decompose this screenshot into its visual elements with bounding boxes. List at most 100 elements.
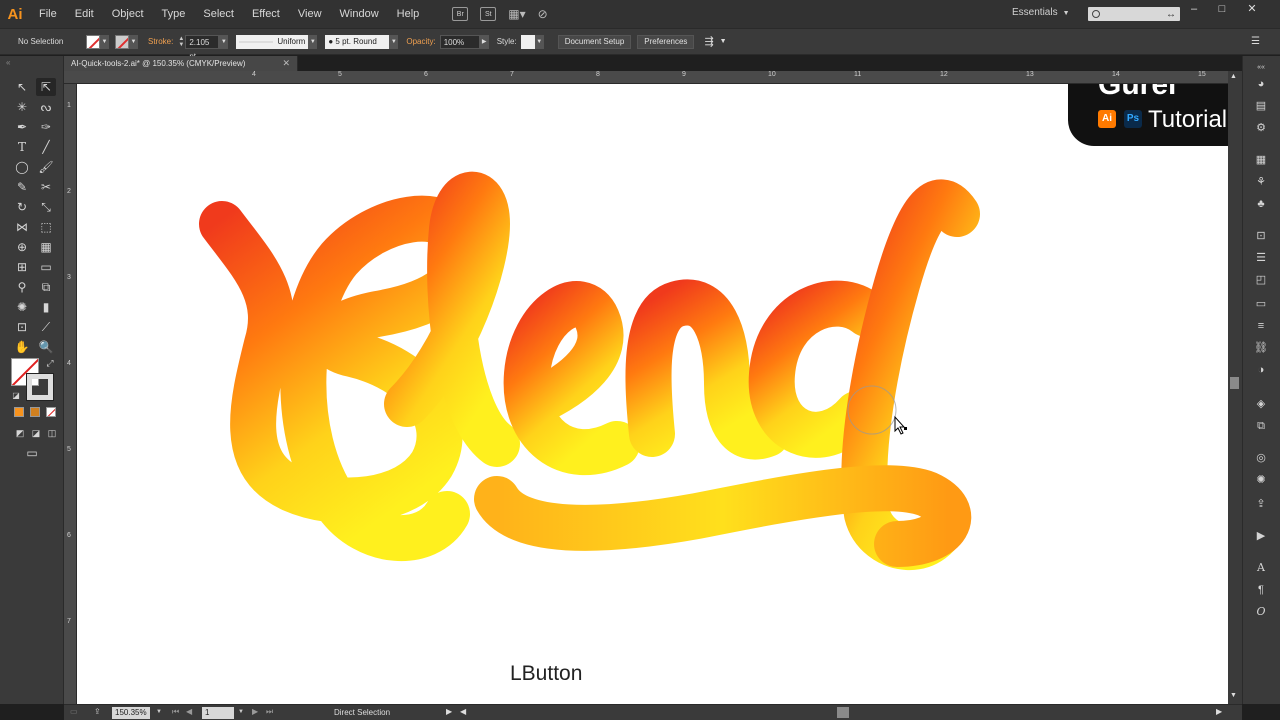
perspective-grid-tool-icon[interactable]: ▦: [36, 238, 56, 256]
share-icon[interactable]: ⇪: [94, 707, 101, 716]
magic-wand-tool-icon[interactable]: ✳: [12, 98, 32, 116]
bridge-button[interactable]: Br: [452, 7, 469, 21]
screen-mode-icon[interactable]: ▭: [22, 444, 42, 462]
asset-export-icon[interactable]: ⇪: [1252, 496, 1270, 512]
gradient-mode-icon[interactable]: [30, 407, 40, 417]
minimize-button[interactable]: –: [1184, 3, 1204, 17]
search-input[interactable]: ↔: [1088, 7, 1180, 21]
mesh-tool-icon[interactable]: ⊞: [12, 258, 32, 276]
document-tab[interactable]: AI-Quick-tools-2.ai* @ 150.35% (CMYK/Pre…: [64, 56, 298, 71]
color-mode-icon[interactable]: [14, 407, 24, 417]
type-tool-icon[interactable]: T: [12, 138, 32, 156]
menu-type[interactable]: Type: [153, 0, 195, 28]
opacity-field[interactable]: 100%: [439, 34, 480, 49]
close-icon[interactable]: ✕: [282, 56, 290, 71]
transform-panel-icon[interactable]: ⊡: [1252, 228, 1270, 244]
color-panel-icon[interactable]: ◕: [1252, 76, 1270, 92]
zoom-dropdown-icon[interactable]: ▼: [156, 709, 162, 715]
scale-tool-icon[interactable]: ⤡: [36, 198, 56, 216]
menu-object[interactable]: Object: [103, 0, 153, 28]
variable-width-profile[interactable]: Uniform: [236, 34, 309, 49]
panel-menu-icon[interactable]: ☰: [1251, 36, 1260, 47]
paintbrush-tool-icon[interactable]: 🖌: [36, 158, 56, 176]
brush-definition[interactable]: ● 5 pt. Round: [325, 34, 390, 49]
lasso-tool-icon[interactable]: ᔓ: [36, 98, 56, 116]
gradient-tool-icon[interactable]: ▭: [36, 258, 56, 276]
preferences-button[interactable]: Preferences: [637, 34, 695, 49]
ellipse-tool-icon[interactable]: ◯: [12, 158, 32, 176]
fill-dropdown[interactable]: ▼: [100, 34, 109, 49]
scroll-down-icon[interactable]: ▼: [1230, 692, 1237, 699]
style-dropdown[interactable]: ▼: [534, 34, 544, 49]
vertical-ruler[interactable]: 1 2 3 4 5 6 7: [64, 84, 77, 704]
symbol-sprayer-tool-icon[interactable]: ✺: [12, 298, 32, 316]
arrange-documents-icon[interactable]: ▦▾: [508, 7, 525, 21]
color-guide-icon[interactable]: ⚙: [1252, 120, 1270, 136]
menu-edit[interactable]: Edit: [66, 0, 103, 28]
scroll-up-icon[interactable]: ▲: [1230, 73, 1237, 80]
blend-tool-icon[interactable]: ⧉: [36, 278, 56, 296]
artboard-number-field[interactable]: 1: [202, 707, 234, 719]
first-artboard-icon[interactable]: ⏮: [172, 707, 179, 717]
curvature-tool-icon[interactable]: ✑: [36, 118, 56, 136]
stroke-spinner[interactable]: ▲ ▼: [177, 35, 185, 49]
none-mode-icon[interactable]: [46, 407, 56, 417]
graphic-styles-icon[interactable]: ✺: [1252, 472, 1270, 488]
graphic-style-swatch[interactable]: [520, 34, 535, 49]
fill-swatch[interactable]: [86, 34, 100, 49]
artboards-panel-icon[interactable]: ⧉: [1252, 418, 1270, 434]
letter-e-stroke[interactable]: [503, 281, 640, 476]
document-setup-button[interactable]: Document Setup: [557, 34, 632, 49]
menu-window[interactable]: Window: [331, 0, 388, 28]
hand-tool-icon[interactable]: ✋: [12, 338, 32, 356]
menu-effect[interactable]: Effect: [243, 0, 289, 28]
artboard-canvas[interactable]: Gurel Ai Ps Tutorial LButton: [77, 84, 1228, 704]
menu-file[interactable]: File: [30, 0, 66, 28]
brushes-panel-icon[interactable]: ⚘: [1252, 174, 1270, 190]
eyedropper-tool-icon[interactable]: ⚲: [12, 278, 32, 296]
gpu-performance-icon[interactable]: ⊘: [538, 7, 548, 21]
scroll-right-icon[interactable]: ▶: [1216, 707, 1222, 716]
pathfinder-panel-icon[interactable]: ◰: [1252, 272, 1270, 288]
slice-tool-icon[interactable]: ⟋: [36, 318, 56, 336]
menu-view[interactable]: View: [289, 0, 331, 28]
swatches-panel-icon[interactable]: ▦: [1252, 152, 1270, 168]
stroke-color-swatch[interactable]: [26, 373, 54, 401]
column-graph-tool-icon[interactable]: ▮: [36, 298, 56, 316]
shape-builder-tool-icon[interactable]: ⊕: [12, 238, 32, 256]
line-segment-tool-icon[interactable]: ╱: [36, 138, 56, 156]
draw-inside-icon[interactable]: ◫: [42, 424, 62, 442]
profile-dropdown[interactable]: ▼: [308, 34, 318, 49]
opacity-label[interactable]: Opacity:: [406, 37, 435, 46]
width-tool-icon[interactable]: ⋈: [12, 218, 32, 236]
links-panel-icon[interactable]: ⛓: [1252, 340, 1270, 356]
stroke-weight-dropdown[interactable]: ▼: [219, 34, 229, 49]
workspace-switcher[interactable]: Essentials ▼: [1012, 7, 1070, 18]
selection-tool-icon[interactable]: ↖: [12, 78, 32, 96]
gradient-panel-icon[interactable]: ≡: [1252, 318, 1270, 334]
close-window-button[interactable]: ✕: [1242, 3, 1262, 17]
scissors-tool-icon[interactable]: ✂: [36, 178, 56, 196]
artboard-dropdown-icon[interactable]: ▼: [238, 709, 244, 715]
transparency-panel-icon[interactable]: ◎: [1252, 450, 1270, 466]
stroke-label[interactable]: Stroke:: [148, 37, 173, 46]
pencil-tool-icon[interactable]: ✎: [12, 178, 32, 196]
arrange-icon[interactable]: ⇶: [704, 35, 713, 48]
actions-panel-icon[interactable]: ▶: [1252, 528, 1270, 544]
menu-help[interactable]: Help: [388, 0, 429, 28]
previous-artboard-icon[interactable]: ◀: [186, 707, 192, 716]
layers-panel-icon[interactable]: ◈: [1252, 396, 1270, 412]
stroke-weight-field[interactable]: 2.105 pt: [185, 34, 220, 61]
opentype-panel-icon[interactable]: O: [1252, 604, 1270, 620]
swap-colors-icon[interactable]: ⤢: [40, 354, 60, 372]
blend-artwork[interactable]: [77, 84, 1228, 704]
scroll-left-icon[interactable]: ◀: [460, 707, 466, 716]
maximize-button[interactable]: □: [1212, 3, 1232, 17]
menu-select[interactable]: Select: [194, 0, 243, 28]
last-artboard-icon[interactable]: ⏭: [266, 707, 273, 717]
artboard-tool-icon[interactable]: ⊡: [12, 318, 32, 336]
status-menu-icon[interactable]: ▭: [70, 707, 78, 716]
zoom-field[interactable]: 150.35%: [112, 707, 150, 719]
align-panel-icon[interactable]: ☰: [1252, 250, 1270, 266]
scroll-thumb[interactable]: [1230, 377, 1239, 389]
